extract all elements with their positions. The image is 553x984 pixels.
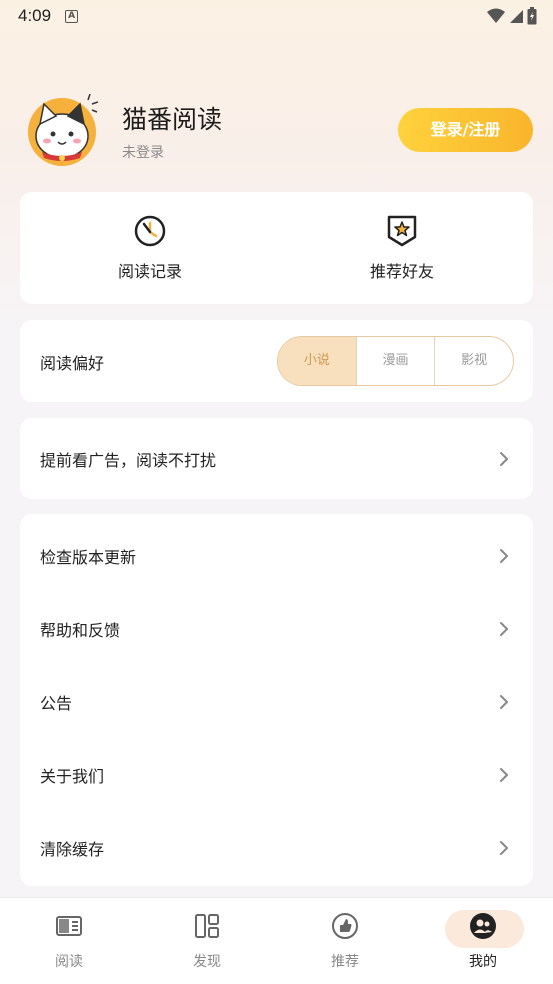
chevron-right-icon: [500, 621, 508, 636]
watch-ad-row[interactable]: 提前看广告，阅读不打扰: [20, 418, 533, 499]
wifi-icon: [487, 8, 505, 23]
menu-item-label: 检查版本更新: [40, 547, 137, 567]
watch-ad-label: 提前看广告，阅读不打扰: [40, 450, 217, 470]
menu-item-label: 清除缓存: [40, 839, 105, 859]
menu-item-announcement[interactable]: 公告: [20, 665, 533, 738]
preference-option-comic[interactable]: 漫画: [355, 337, 435, 385]
status-icons: [487, 7, 537, 25]
menu-item-label: 关于我们: [40, 766, 105, 786]
tab-label: 发现: [193, 954, 221, 970]
menu-item-check-update[interactable]: 检查版本更新: [20, 519, 533, 592]
chevron-right-icon: [500, 840, 508, 855]
reading-history-button[interactable]: 阅读记录: [70, 214, 230, 282]
menu-item-help-feedback[interactable]: 帮助和反馈: [20, 592, 533, 665]
chevron-right-icon: [500, 767, 508, 782]
tab-label: 推荐: [331, 954, 359, 970]
login-register-button[interactable]: 登录/注册: [398, 108, 533, 152]
tab-label: 我的: [469, 954, 497, 970]
preference-option-novel[interactable]: 小说: [278, 337, 356, 385]
menu-item-about-us[interactable]: 关于我们: [20, 738, 533, 811]
star-badge-icon: [387, 215, 417, 247]
recommend-friends-label: 推荐好友: [369, 262, 434, 281]
status-bar: 4:09 A: [0, 0, 553, 32]
app-name: 猫番阅读: [122, 105, 223, 134]
thumbs-up-icon: [332, 913, 358, 939]
clock-icon: [134, 215, 166, 247]
menu-item-clear-cache[interactable]: 清除缓存: [20, 811, 533, 884]
reading-preference-label: 阅读偏好: [40, 354, 105, 373]
grid-icon: [195, 914, 219, 938]
recommend-friends-button[interactable]: 推荐好友: [322, 214, 482, 282]
battery-icon: [527, 7, 537, 25]
notification-icon: A: [65, 9, 79, 23]
profile-header: 猫番阅读 未登录 登录/注册: [26, 94, 536, 166]
menu-item-label: 公告: [40, 693, 73, 713]
preference-segmented-control: 小说 漫画 影视: [277, 336, 514, 386]
avatar[interactable]: [26, 94, 98, 166]
reading-preference-card: 阅读偏好 小说 漫画 影视: [20, 320, 533, 402]
tab-mine[interactable]: 我的: [443, 907, 523, 971]
signal-icon: [510, 10, 523, 23]
status-time: 4:09: [18, 6, 52, 25]
menu-item-label: 帮助和反馈: [40, 620, 121, 640]
tab-discover[interactable]: 发现: [167, 907, 247, 971]
tab-read[interactable]: 阅读: [29, 907, 109, 971]
ad-card: 提前看广告，阅读不打扰: [20, 418, 533, 499]
quick-actions-card: 阅读记录 推荐好友: [20, 192, 533, 304]
settings-menu-card: 检查版本更新 帮助和反馈 公告 关于我们 清除缓存: [20, 514, 533, 886]
chevron-right-icon: [500, 694, 508, 709]
book-icon: [56, 916, 82, 936]
chevron-right-icon: [500, 451, 508, 466]
tab-label: 阅读: [55, 954, 83, 970]
tab-recommend[interactable]: 推荐: [305, 907, 385, 971]
login-state: 未登录: [122, 145, 164, 161]
profile-icon: [470, 913, 496, 939]
chevron-right-icon: [500, 548, 508, 563]
reading-history-label: 阅读记录: [117, 262, 182, 281]
preference-option-video[interactable]: 影视: [434, 337, 513, 385]
